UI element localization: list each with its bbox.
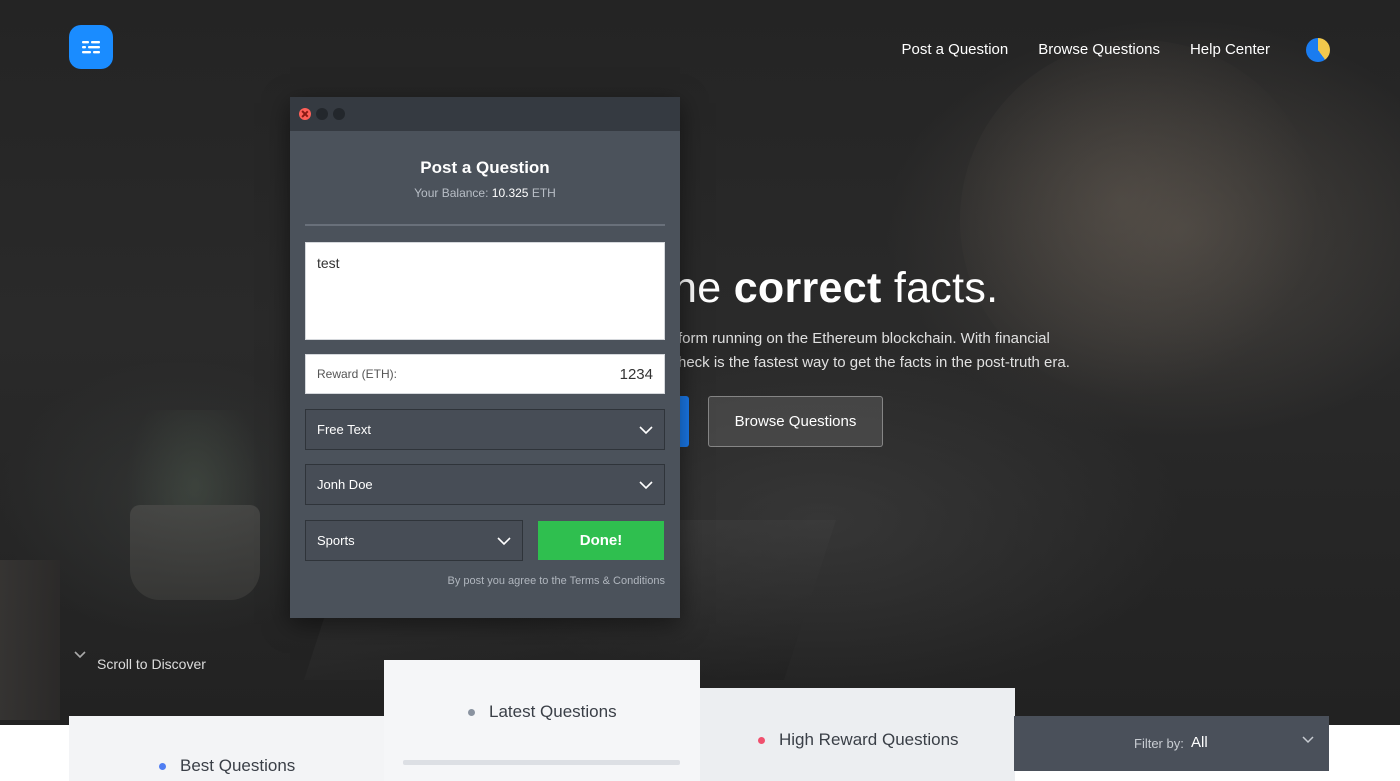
logo[interactable] [69, 25, 113, 69]
tab-best-label-wrap: Best Questions [159, 756, 295, 776]
nav-post-question[interactable]: Post a Question [901, 40, 1008, 60]
minimize-window-icon[interactable] [316, 108, 328, 120]
scroll-label: Scroll to Discover [97, 656, 206, 672]
chevron-down-icon [639, 425, 653, 434]
category-value: Sports [317, 533, 355, 548]
hero-browse-button[interactable]: Browse Questions [708, 396, 883, 447]
filter-value: All [1191, 734, 1208, 751]
background-plant-pot [130, 505, 260, 600]
answer-type-value: Free Text [317, 422, 371, 437]
modal-titlebar [290, 97, 680, 131]
chevron-down-icon [639, 480, 653, 489]
done-button[interactable]: Done! [538, 521, 664, 560]
nav-browse-questions[interactable]: Browse Questions [1038, 40, 1160, 60]
chevron-down-icon [497, 536, 511, 545]
hero-headline: he correct facts. [673, 264, 998, 313]
filter-label: Filter by: [1134, 736, 1184, 751]
question-textarea[interactable]: test [305, 242, 665, 340]
user-avatar[interactable] [1306, 38, 1330, 62]
modal-balance: Your Balance: 10.325 ETH [290, 186, 680, 200]
balance-value: 10.325 [491, 186, 529, 200]
reward-value: 1234 [619, 365, 653, 383]
reward-label: Reward (ETH): [317, 367, 398, 381]
hero-subtext-line1: form running on the Ethereum blockchain.… [678, 330, 1050, 347]
top-nav: Post a Question Browse Questions Help Ce… [901, 40, 1270, 60]
tab-high-label: High Reward Questions [779, 730, 959, 749]
close-window-icon[interactable] [299, 108, 311, 120]
headline-bold: correct [733, 264, 882, 312]
category-select[interactable]: Sports [305, 520, 523, 561]
post-question-modal: Post a Question Your Balance: 10.325 ETH… [290, 97, 680, 618]
arbitrator-value: Jonh Doe [317, 477, 373, 492]
tab-active-indicator [403, 760, 680, 765]
best-dot-icon [159, 762, 166, 770]
nav-help-center[interactable]: Help Center [1190, 40, 1270, 60]
tab-latest-label-wrap: Latest Questions [468, 702, 617, 722]
background-cup [0, 560, 60, 720]
chevron-down-icon [74, 651, 86, 659]
tab-high-reward-questions[interactable]: High Reward Questions [700, 688, 1015, 781]
tab-latest-questions[interactable]: Latest Questions [384, 660, 700, 781]
tab-high-label-wrap: High Reward Questions [758, 730, 959, 750]
tab-best-questions[interactable]: Best Questions [69, 716, 385, 781]
balance-label: Your Balance: [414, 186, 489, 200]
hero-subtext-line2: heck is the fastest way to get the facts… [678, 354, 1070, 371]
logo-icon [82, 41, 100, 54]
terms-notice[interactable]: By post you agree to the Terms & Conditi… [448, 575, 665, 587]
modal-title: Post a Question [420, 158, 550, 177]
answer-type-select[interactable]: Free Text [305, 409, 665, 450]
headline-post: facts. [881, 264, 999, 312]
scroll-to-discover[interactable]: Scroll to Discover [74, 650, 206, 672]
maximize-window-icon[interactable] [333, 108, 345, 120]
chevron-down-icon [1302, 736, 1314, 744]
filter-dropdown[interactable]: Filter by: All [1014, 716, 1329, 771]
latest-dot-icon [468, 708, 475, 716]
balance-unit: ETH [531, 186, 556, 200]
hero-subtext: form running on the Ethereum blockchain.… [678, 327, 1098, 375]
high-dot-icon [758, 736, 765, 744]
arbitrator-select[interactable]: Jonh Doe [305, 464, 665, 505]
tab-latest-label: Latest Questions [489, 702, 617, 721]
headline-pre: he [673, 264, 734, 312]
tab-best-label: Best Questions [180, 756, 296, 775]
reward-input[interactable]: Reward (ETH): 1234 [305, 354, 665, 394]
modal-divider [305, 224, 665, 226]
